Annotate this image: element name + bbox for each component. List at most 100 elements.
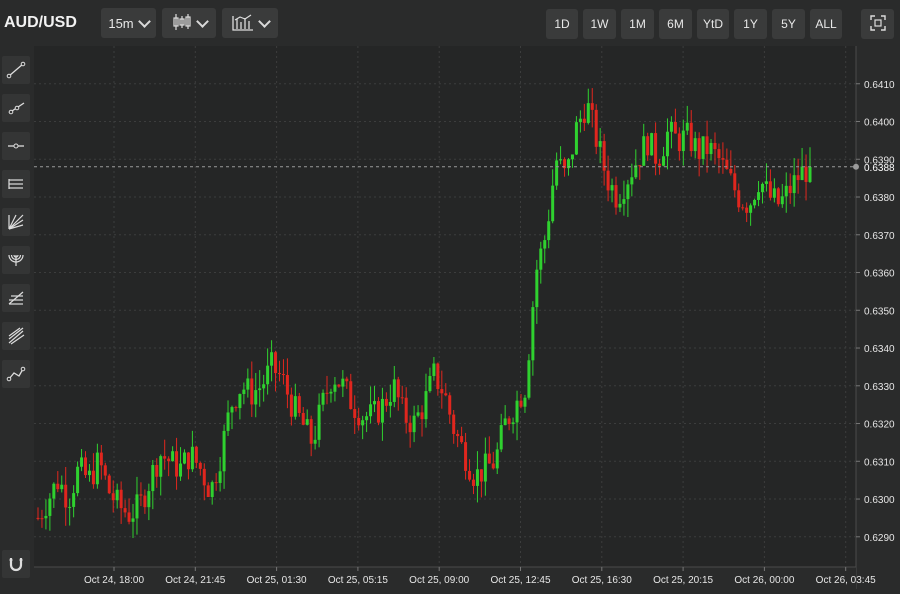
candle-body [171,451,175,462]
candle-body [701,136,705,159]
chevron-down-icon [137,14,151,28]
candle-body [131,518,135,522]
candle-body [262,384,266,389]
chart-svg[interactable]: 0.64100.64000.63900.63800.63700.63600.63… [34,46,900,589]
candle-body [222,430,226,472]
tool-ray[interactable] [2,94,30,122]
candle-body [396,379,400,398]
interval-dropdown[interactable]: 15m [101,8,156,38]
candle-body [511,422,515,425]
range-1d[interactable]: 1D [546,9,578,39]
candle-body [139,494,143,496]
candle-body [582,118,586,123]
tool-magnet[interactable] [2,550,30,578]
candle-body [471,479,475,486]
candle-body [519,400,523,407]
tool-pitchfork[interactable] [2,322,30,350]
candle-body [436,363,440,390]
symbol-title: AUD/USD [4,14,77,31]
candle-body [444,393,448,396]
candle-body [412,415,416,433]
candle-body [614,185,618,208]
candle-body [725,159,729,170]
candle-body [741,207,745,209]
price-chart[interactable]: 0.6410 0.6400 0.6390 0.6380 0.6370 0.6360 0.63… [34,46,900,589]
candle-body [111,493,115,501]
candle-body [404,397,408,423]
candle-body [432,363,436,377]
candle-body [606,170,610,191]
tool-path[interactable] [2,360,30,388]
candle-body [84,457,88,476]
candle-body [749,205,753,213]
candle-body [468,470,472,480]
tool-trend-line[interactable] [2,56,30,84]
candle-body [792,175,796,194]
candle-body [155,465,159,477]
candle-body [143,495,147,508]
range-1w[interactable]: 1W [583,9,616,39]
tool-fib-arcs[interactable] [2,246,30,274]
candle-body [87,470,91,476]
interval-label: 15m [108,15,134,31]
candle-body [182,452,186,464]
candle-body [705,136,709,155]
tool-fib-retracement[interactable] [2,284,30,312]
candle-body [456,433,460,437]
candle-body [658,163,662,166]
candle-body [266,365,270,385]
range-all[interactable]: ALL [810,9,842,39]
fullscreen-button[interactable] [861,9,894,39]
candle-body [285,374,289,395]
candle-body [515,400,519,423]
candle-body [333,384,337,392]
candle-body [650,133,654,156]
candle-body [376,401,380,423]
candle-body [460,436,464,443]
candle-body [246,378,250,390]
candle-body [317,404,321,440]
candle-body [745,207,749,213]
candle-body [167,458,171,462]
indicators-dropdown[interactable] [222,8,278,38]
candle-body [40,518,44,520]
candle-body [103,465,107,476]
range-ytd[interactable]: YtD [697,9,729,39]
candle-body [36,517,40,519]
candle-body [349,381,353,410]
candle-body [452,414,456,434]
candlestick-icon [172,13,192,34]
range-label: 1Y [743,17,758,31]
x-tick-label: Oct 26, 03:45 [816,575,876,586]
candle-body [420,412,424,420]
y-tick-label: 0.6320 [864,420,895,431]
tool-parallel-channel[interactable] [2,170,30,198]
tool-horizontal-line[interactable] [2,132,30,160]
range-label: 6M [667,17,684,31]
candle-body [547,221,551,241]
candle-body [242,389,246,395]
candle-body [234,407,238,409]
tool-fib-fan[interactable] [2,208,30,236]
candle-body [127,512,131,522]
candle-body [210,482,214,498]
candle-body [159,456,163,477]
candle-body [630,177,634,185]
range-1m[interactable]: 1M [621,9,654,39]
x-tick-label: Oct 25, 12:45 [490,575,550,586]
range-5y[interactable]: 5Y [772,9,805,39]
chart-type-dropdown[interactable] [162,8,216,38]
range-1y[interactable]: 1Y [734,9,767,39]
range-6m[interactable]: 6M [659,9,692,39]
candle-body [254,390,258,405]
candle-body [669,121,673,132]
candle-body [610,185,614,191]
candle-body [709,142,713,155]
candle-body [796,175,800,181]
x-tick-label: Oct 24, 18:00 [84,575,144,586]
candle-body [297,396,301,413]
candle-body [772,188,776,198]
candle-body [523,397,527,407]
pitchfork-icon [8,327,25,345]
candle-body [475,469,479,486]
